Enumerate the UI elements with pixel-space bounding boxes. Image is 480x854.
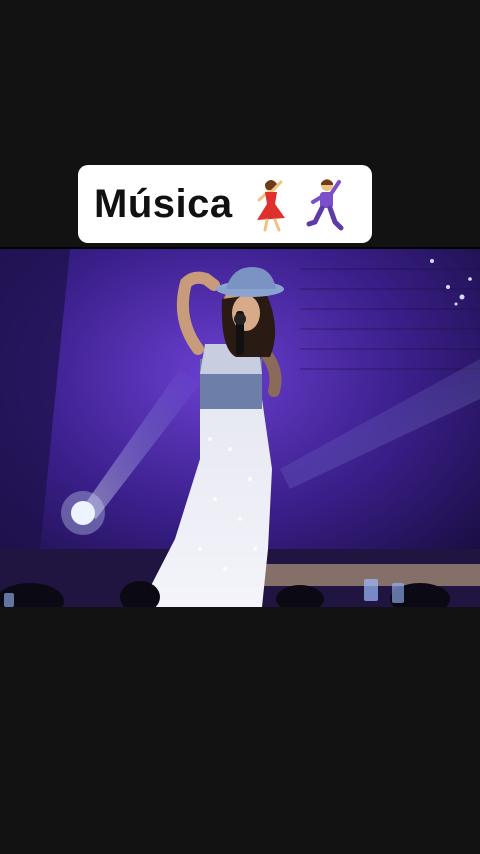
concert-stage-image [0,249,480,607]
video-frame[interactable] [0,249,480,607]
caption-card: Música [78,165,372,243]
woman-dancing-icon [256,180,285,232]
man-dancing-icon [306,179,344,231]
caption-text: Música [94,181,233,226]
